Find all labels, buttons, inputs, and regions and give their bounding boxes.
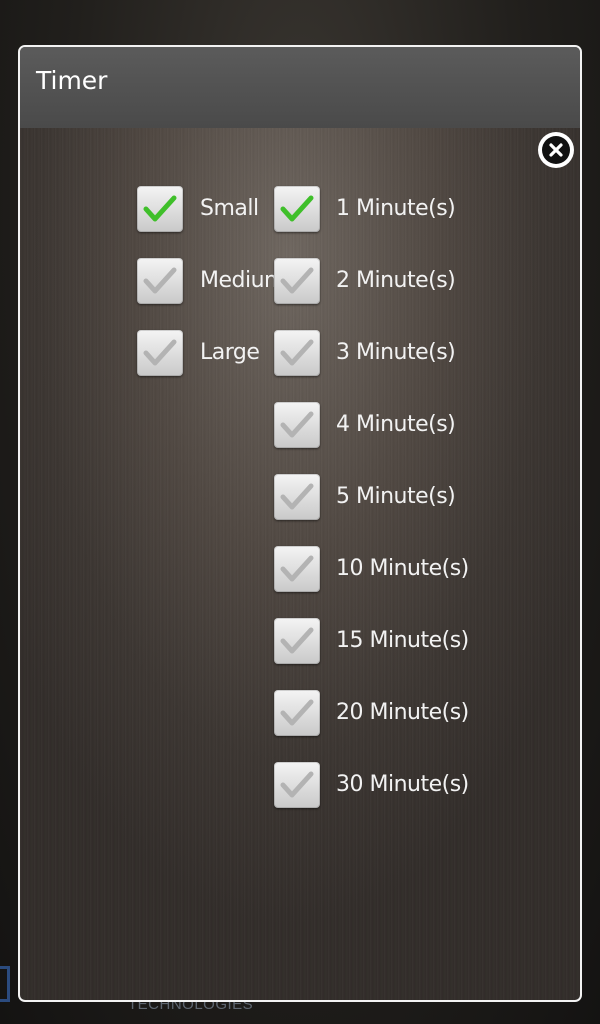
duration-label-4: 4 Minute(s): [336, 412, 456, 437]
size-label-small: Small: [200, 196, 259, 221]
close-button[interactable]: [538, 132, 574, 168]
background-logo-fragment: [0, 966, 10, 1002]
timer-dialog: Timer Small Medium Large 1 Minute(s) 2 M…: [18, 45, 582, 1002]
dialog-title-bar: Timer: [20, 47, 580, 128]
checkmark-icon: [280, 411, 314, 438]
duration-label-15: 15 Minute(s): [336, 628, 469, 653]
duration-checkbox-5[interactable]: [274, 474, 320, 520]
duration-checkbox-1[interactable]: [274, 186, 320, 232]
checkmark-icon: [280, 627, 314, 654]
duration-checkbox-2[interactable]: [274, 258, 320, 304]
duration-label-10: 10 Minute(s): [336, 556, 469, 581]
duration-label-3: 3 Minute(s): [336, 340, 456, 365]
checkmark-icon: [143, 339, 177, 366]
duration-label-30: 30 Minute(s): [336, 772, 469, 797]
size-label-medium: Medium: [200, 268, 285, 293]
checkmark-icon: [143, 267, 177, 294]
duration-checkbox-20[interactable]: [274, 690, 320, 736]
close-circle-icon: [542, 136, 570, 164]
size-label-large: Large: [200, 340, 260, 365]
dialog-title: Timer: [36, 66, 108, 95]
checkmark-icon: [280, 339, 314, 366]
checkmark-icon: [280, 771, 314, 798]
checkmark-icon: [280, 699, 314, 726]
duration-checkbox-15[interactable]: [274, 618, 320, 664]
checkmark-icon: [280, 267, 314, 294]
duration-label-1: 1 Minute(s): [336, 196, 456, 221]
checkmark-icon: [280, 483, 314, 510]
size-checkbox-medium[interactable]: [137, 258, 183, 304]
duration-label-2: 2 Minute(s): [336, 268, 456, 293]
duration-checkbox-10[interactable]: [274, 546, 320, 592]
duration-checkbox-30[interactable]: [274, 762, 320, 808]
duration-label-20: 20 Minute(s): [336, 700, 469, 725]
checkmark-icon: [143, 195, 177, 222]
duration-checkbox-3[interactable]: [274, 330, 320, 376]
duration-checkbox-4[interactable]: [274, 402, 320, 448]
duration-label-5: 5 Minute(s): [336, 484, 456, 509]
checkmark-icon: [280, 195, 314, 222]
checkmark-icon: [280, 555, 314, 582]
size-checkbox-small[interactable]: [137, 186, 183, 232]
size-checkbox-large[interactable]: [137, 330, 183, 376]
